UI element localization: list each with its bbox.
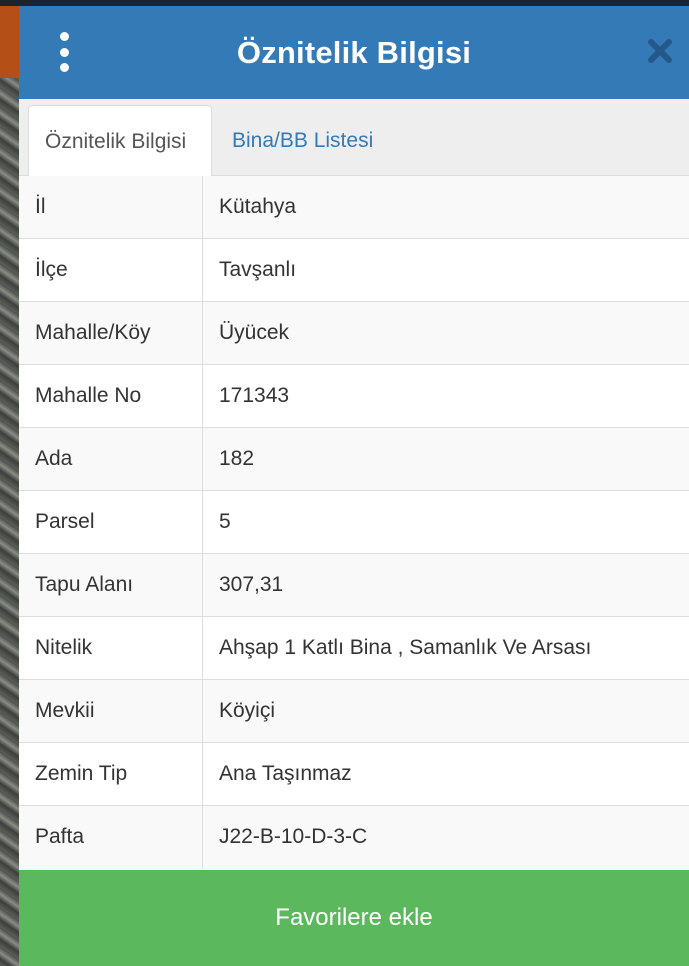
row-label: İl (19, 176, 203, 238)
row-value: Ahşap 1 Katlı Bina , Samanlık Ve Arsası (219, 636, 592, 659)
row-value: Ana Taşınmaz (219, 762, 352, 785)
table-row: Mahalle No 171343 (19, 365, 689, 428)
close-icon[interactable] (645, 36, 675, 66)
row-value: Kütahya (219, 195, 297, 218)
table-row: İl Kütahya (19, 176, 689, 239)
table-row: Parsel 5 (19, 491, 689, 554)
row-value: 5 (219, 510, 231, 533)
panel-header: Öznitelik Bilgisi (19, 6, 689, 99)
row-label: Tapu Alanı (19, 554, 203, 616)
table-row: Nitelik Ahşap 1 Katlı Bina , Samanlık Ve… (19, 617, 689, 680)
attribute-info-panel: Öznitelik Bilgisi Öznitelik Bilgisi Bina… (19, 6, 689, 966)
row-value: J22-B-10-D-3-C (219, 825, 368, 848)
panel-title: Öznitelik Bilgisi (236, 34, 472, 70)
row-label: Ada (19, 428, 203, 490)
table-row: Pafta J22-B-10-D-3-C (19, 806, 689, 869)
row-label: Mevkii (19, 680, 203, 742)
attribute-table: İl Kütahya İlçe Tavşanlı Mahalle/Köy Üyü… (19, 176, 689, 869)
row-label: Mahalle No (19, 365, 203, 427)
row-label: Nitelik (19, 617, 203, 679)
row-label: Parsel (19, 491, 203, 553)
row-value: Köyiçi (219, 699, 276, 722)
table-row: Tapu Alanı 307,31 (19, 554, 689, 617)
row-label: Mahalle/Köy (19, 302, 203, 364)
tab-attribute-info[interactable]: Öznitelik Bilgisi (28, 105, 212, 177)
row-value: Üyücek (219, 321, 290, 344)
add-to-favorites-button[interactable]: Favorilere ekle (19, 870, 689, 966)
table-row: Mahalle/Köy Üyücek (19, 302, 689, 365)
tab-building-list[interactable]: Bina/BB Listesi (216, 105, 389, 177)
tab-bar: Öznitelik Bilgisi Bina/BB Listesi (19, 99, 689, 177)
table-row: İlçe Tavşanlı (19, 239, 689, 302)
row-label: Zemin Tip (19, 743, 203, 805)
row-label: İlçe (19, 239, 203, 301)
row-value: Tavşanlı (219, 258, 297, 281)
table-row: Ada 182 (19, 428, 689, 491)
row-value: 182 (219, 447, 255, 470)
row-value: 307,31 (219, 573, 284, 596)
table-row: Mevkii Köyiçi (19, 680, 689, 743)
row-label: Pafta (19, 806, 203, 869)
kebab-menu-icon[interactable] (55, 32, 73, 72)
row-value: 171343 (219, 384, 290, 407)
table-row: Zemin Tip Ana Taşınmaz (19, 743, 689, 806)
